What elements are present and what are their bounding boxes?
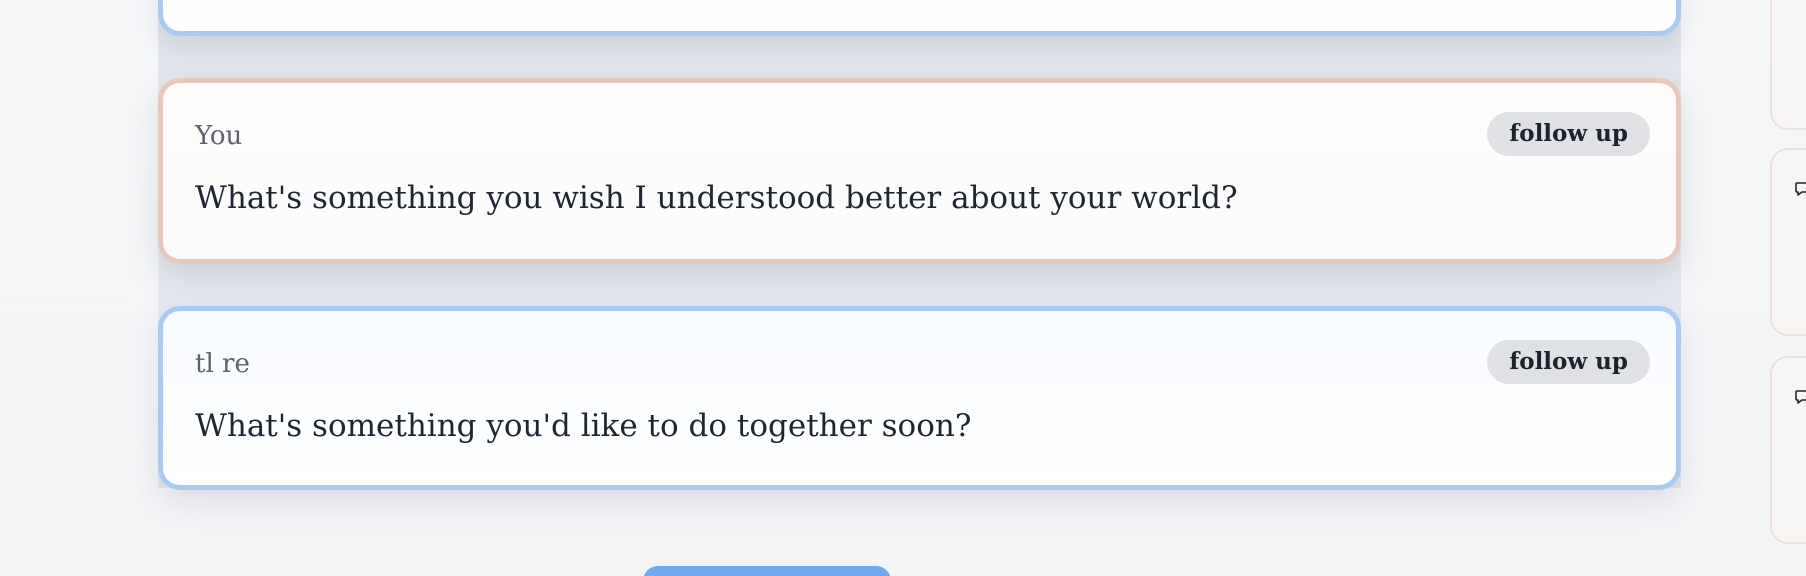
- follow-up-button[interactable]: follow up: [1487, 112, 1650, 156]
- comment-icon: [1794, 180, 1806, 198]
- message-text: What's something you wish I understood b…: [195, 180, 1238, 216]
- message-author: tl re: [195, 349, 250, 379]
- message-card-tl-re: tl re follow up What's something you'd l…: [158, 306, 1681, 490]
- follow-up-button[interactable]: follow up: [1487, 340, 1650, 384]
- side-card[interactable]: [1770, 148, 1806, 336]
- message-author: You: [195, 121, 243, 151]
- message-text: What's something you'd like to do togeth…: [195, 408, 972, 444]
- side-card[interactable]: [1770, 0, 1806, 130]
- primary-action-button[interactable]: [643, 566, 891, 576]
- side-card[interactable]: [1770, 356, 1806, 544]
- message-card-partial: [158, 0, 1681, 36]
- message-card-you: You follow up What's something you wish …: [158, 78, 1681, 264]
- comment-icon: [1794, 388, 1806, 406]
- page: You follow up What's something you wish …: [0, 0, 1806, 576]
